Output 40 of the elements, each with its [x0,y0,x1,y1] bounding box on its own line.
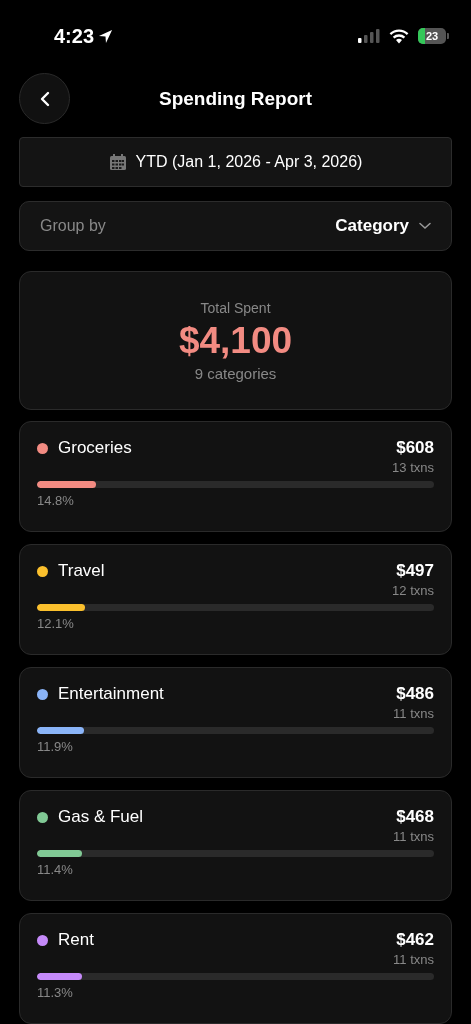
transaction-count: 13 txns [392,460,434,475]
category-amount: $486 [396,684,434,704]
total-amount: $4,100 [178,319,293,362]
category-amount: $608 [396,438,434,458]
category-name: Gas & Fuel [58,807,144,827]
category-name: Travel [58,561,105,581]
transaction-count: 11 txns [393,706,434,721]
category-card[interactable]: Rent $462 11 txns 11.3% [19,913,452,1024]
category-amount: $462 [396,930,434,950]
page-title: Spending Report [158,88,313,110]
category-amount: $497 [396,561,434,581]
transaction-count: 11 txns [393,829,434,844]
category-name: Entertainment [58,684,164,704]
category-card[interactable]: Groceries $608 13 txns 14.8% [19,421,452,532]
category-name: Rent [58,930,94,950]
group-by-dropdown[interactable]: Category [335,216,431,236]
date-range-button[interactable]: YTD (Jan 1, 2026 - Apr 3, 2026) [19,137,452,187]
category-card[interactable]: Entertainment $486 11 txns 11.9% [19,667,452,778]
category-percent: 12.1% [37,616,75,631]
category-card[interactable]: Travel $497 12 txns 12.1% [19,544,452,655]
signal-icon [358,29,380,43]
calendar-icon [108,153,127,171]
transaction-count: 12 txns [392,583,434,598]
back-button[interactable] [19,73,70,124]
transaction-count: 11 txns [393,952,434,967]
total-label: Total Spent [200,299,271,316]
category-percent: 14.8% [37,493,75,508]
category-card[interactable]: Gas & Fuel $468 11 txns 11.4% [19,790,452,901]
category-percent: 11.4% [37,862,74,877]
category-count: 9 categories [194,364,277,382]
group-by-label: Group by [40,217,106,235]
category-name: Groceries [58,438,132,458]
status-time: 4:23 [54,24,95,48]
chevron-down-icon [419,222,431,230]
category-amount: $468 [396,807,434,827]
wifi-icon [389,28,409,44]
battery-icon: 23 [418,28,446,44]
category-percent: 11.3% [37,985,74,1000]
location-arrow-icon [98,28,114,44]
category-percent: 11.9% [37,739,74,754]
